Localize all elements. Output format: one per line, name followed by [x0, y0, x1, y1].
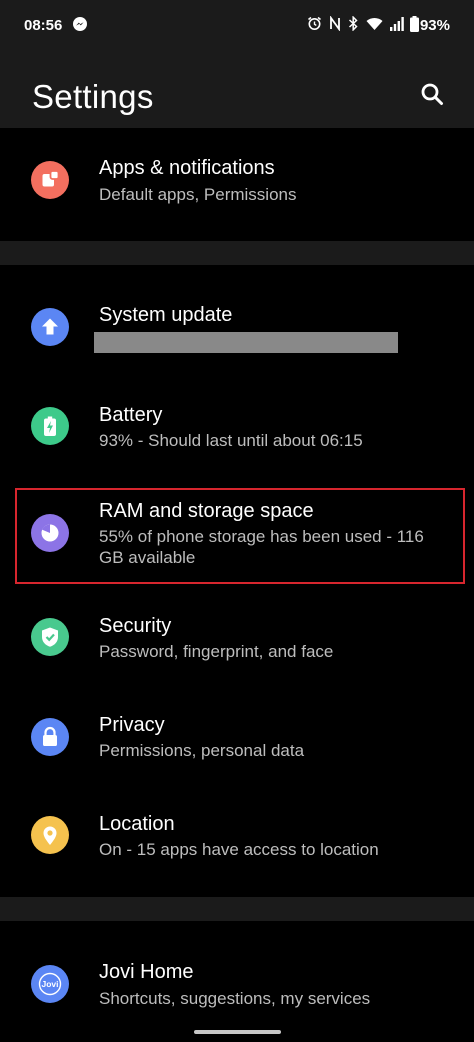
battery-icon: [410, 16, 419, 32]
item-title: Battery: [99, 404, 163, 426]
nfc-icon: [329, 16, 341, 31]
item-subtitle: On - 15 apps have access to location: [99, 840, 379, 859]
redacted-subtitle: [94, 332, 398, 353]
jovi-icon: Jovi: [31, 965, 69, 1003]
item-title: Security: [99, 615, 172, 637]
signal-icon: [390, 16, 404, 31]
status-bar: 08:56 93%: [0, 0, 474, 52]
jovi-icon-text: Jovi: [41, 979, 58, 989]
item-title: System update: [99, 304, 233, 326]
messenger-icon: [73, 17, 87, 31]
settings-item-jovi-home[interactable]: Jovi Jovi Home Shortcuts, suggestions, m…: [0, 945, 474, 1025]
settings-item-security[interactable]: Security Password, fingerprint, and face: [0, 600, 474, 690]
item-subtitle: 93% - Should last until about 06:15: [99, 431, 363, 450]
item-title: Jovi Home: [99, 961, 194, 983]
item-subtitle: Permissions, personal data: [99, 741, 305, 760]
shield-check-icon: [31, 618, 69, 656]
settings-item-system-update[interactable]: System update: [0, 275, 474, 375]
status-time: 08:56: [24, 17, 63, 34]
settings-item-battery[interactable]: Battery 93% - Should last until about 06…: [0, 385, 474, 475]
battery-percent: 93%: [419, 17, 450, 34]
item-subtitle: Shortcuts, suggestions, my services: [99, 989, 371, 1008]
apps-icon: [31, 161, 69, 199]
location-pin-icon: [31, 816, 69, 854]
item-subtitle: Default apps, Permissions: [99, 185, 297, 204]
item-title: Location: [99, 813, 175, 835]
upload-arrow-icon: [31, 308, 69, 346]
wifi-icon: [366, 17, 383, 31]
item-title: Apps & notifications: [99, 157, 275, 179]
section-divider: [0, 241, 474, 265]
item-title: RAM and storage space: [99, 500, 314, 522]
app-header: Settings: [0, 52, 474, 128]
lock-icon: [31, 718, 69, 756]
bluetooth-icon: [348, 16, 359, 31]
item-subtitle: Password, fingerprint, and face: [99, 642, 334, 661]
search-icon[interactable]: [420, 82, 444, 106]
page-title: Settings: [32, 78, 154, 115]
settings-item-privacy[interactable]: Privacy Permissions, personal data: [0, 700, 474, 790]
item-title: Privacy: [99, 714, 165, 736]
pie-chart-icon: [31, 514, 69, 552]
battery-charge-icon: [31, 407, 69, 445]
item-subtitle: 55% of phone storage has been used - 116…: [99, 527, 424, 567]
alarm-icon: [307, 16, 322, 31]
gesture-navigation-bar[interactable]: [194, 1030, 281, 1034]
settings-item-location[interactable]: Location On - 15 apps have access to loc…: [0, 800, 474, 892]
section-divider: [0, 897, 474, 921]
settings-item-apps[interactable]: Apps & notifications Default apps, Permi…: [0, 140, 474, 240]
settings-item-ram-storage[interactable]: RAM and storage space 55% of phone stora…: [0, 490, 474, 582]
